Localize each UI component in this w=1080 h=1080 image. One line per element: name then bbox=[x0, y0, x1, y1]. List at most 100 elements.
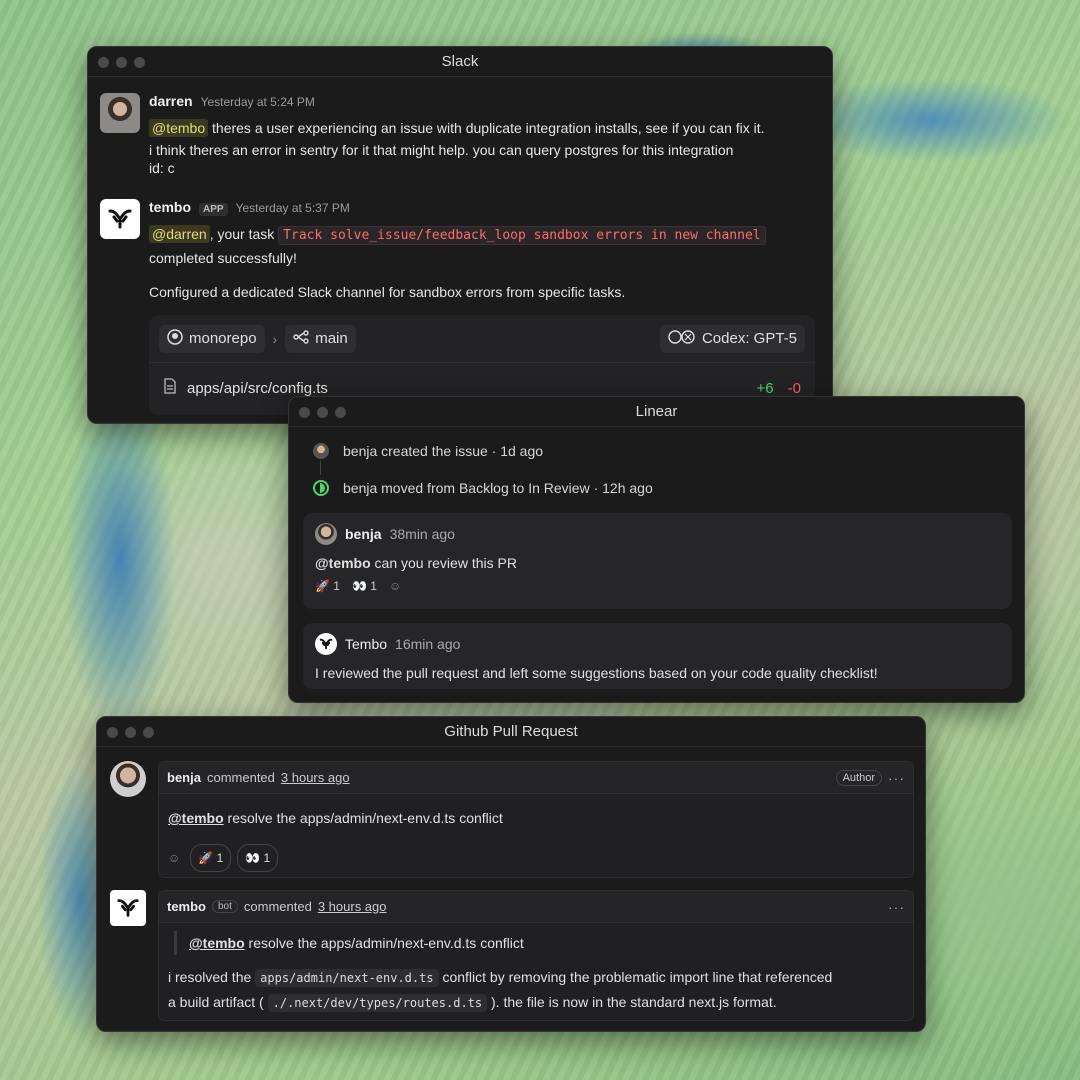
pr-comment: benja commented 3 hours ago Author ··· @… bbox=[158, 761, 914, 878]
github-icon bbox=[167, 328, 183, 349]
avatar[interactable] bbox=[100, 93, 140, 133]
inline-code: ./.next/dev/types/routes.d.ts bbox=[267, 994, 488, 1012]
timestamp-link[interactable]: 3 hours ago bbox=[281, 770, 350, 785]
comment-text: a build artifact ( bbox=[168, 994, 268, 1010]
comment-action: commented bbox=[206, 770, 275, 785]
mention[interactable]: @tembo bbox=[315, 555, 371, 571]
more-options-icon[interactable]: ··· bbox=[888, 770, 905, 786]
close-dot[interactable] bbox=[98, 57, 109, 68]
slack-titlebar: Slack bbox=[88, 47, 832, 77]
reaction-count: 1 bbox=[333, 579, 340, 593]
username[interactable]: benja bbox=[167, 770, 201, 785]
activity-time: 1d ago bbox=[500, 443, 544, 459]
message-text: completed successfully! bbox=[149, 250, 297, 266]
linear-titlebar: Linear bbox=[289, 397, 1024, 427]
rocket-reaction[interactable]: 🚀 1 bbox=[315, 579, 340, 593]
username[interactable]: benja bbox=[345, 526, 382, 542]
file-path: apps/api/src/config.ts bbox=[187, 379, 328, 397]
app-badge: APP bbox=[199, 203, 228, 216]
avatar[interactable] bbox=[313, 443, 329, 459]
comment-text: ). the file is now in the standard next.… bbox=[487, 994, 777, 1010]
message-text: theres a user experiencing an issue with… bbox=[208, 120, 765, 136]
additions-count: +6 bbox=[756, 379, 774, 397]
file-icon bbox=[163, 378, 177, 398]
comment-card: Tembo 16min ago I reviewed the pull requ… bbox=[303, 623, 1012, 689]
slack-window: Slack darren Yesterday at 5:24 PM @tembo… bbox=[87, 46, 833, 424]
add-reaction-icon[interactable]: ☺ bbox=[389, 579, 401, 593]
timestamp[interactable]: Yesterday at 5:24 PM bbox=[201, 95, 315, 109]
timestamp[interactable]: Yesterday at 5:37 PM bbox=[236, 201, 350, 215]
message-text: Configured a dedicated Slack channel for… bbox=[149, 284, 626, 300]
tembo-logo-icon[interactable] bbox=[100, 199, 140, 239]
more-options-icon[interactable]: ··· bbox=[888, 899, 905, 915]
tembo-logo-icon[interactable] bbox=[315, 633, 337, 655]
username[interactable]: tembo bbox=[149, 199, 191, 215]
eyes-icon: 👀 bbox=[245, 851, 261, 865]
chevron-right-icon: › bbox=[272, 330, 278, 347]
maximize-dot[interactable] bbox=[143, 727, 154, 738]
reaction-count: 1 bbox=[263, 851, 271, 865]
model-pill[interactable]: Codex: GPT-5 bbox=[659, 324, 805, 353]
github-window: Github Pull Request benja commented 3 ho… bbox=[96, 716, 926, 1032]
comment-text: can you review this PR bbox=[370, 555, 517, 571]
rocket-icon: 🚀 bbox=[198, 851, 214, 865]
bot-badge: bot bbox=[212, 900, 238, 913]
comment-text: i resolved the bbox=[168, 969, 256, 985]
branch-icon bbox=[293, 329, 309, 349]
rocket-icon: 🚀 bbox=[315, 579, 330, 593]
minimize-dot[interactable] bbox=[116, 57, 127, 68]
repo-pill[interactable]: monorepo bbox=[159, 324, 265, 353]
task-code: Track solve_issue/feedback_loop sandbox … bbox=[278, 226, 766, 245]
mention[interactable]: @darren bbox=[149, 225, 210, 243]
eyes-reaction[interactable]: 👀 1 bbox=[352, 579, 377, 593]
slack-message: darren Yesterday at 5:24 PM @tembo there… bbox=[100, 93, 765, 179]
comment-text: conflict by removing the problematic imp… bbox=[438, 969, 833, 985]
model-label: Codex: GPT-5 bbox=[701, 330, 797, 347]
tembo-logo-icon[interactable] bbox=[110, 890, 146, 926]
add-reaction-icon[interactable]: ☺ bbox=[168, 846, 180, 870]
window-title: Github Pull Request bbox=[444, 723, 578, 740]
window-title: Slack bbox=[441, 53, 479, 70]
activity-item: benja moved from Backlog to In Review · … bbox=[313, 480, 653, 496]
openai-icon bbox=[668, 329, 696, 349]
branch-label: main bbox=[315, 330, 348, 347]
author-badge: Author bbox=[835, 769, 882, 786]
pr-comment: tembo bot commented 3 hours ago ··· @tem… bbox=[158, 890, 914, 1021]
username[interactable]: tembo bbox=[167, 899, 206, 914]
quote-text: resolve the apps/admin/next-env.d.ts con… bbox=[244, 935, 524, 951]
maximize-dot[interactable] bbox=[335, 407, 346, 418]
avatar[interactable] bbox=[315, 523, 337, 545]
close-dot[interactable] bbox=[107, 727, 118, 738]
comment-action: commented bbox=[243, 899, 312, 914]
branch-pill[interactable]: main bbox=[285, 324, 356, 353]
rocket-reaction[interactable]: 🚀 1 bbox=[190, 844, 232, 872]
maximize-dot[interactable] bbox=[134, 57, 145, 68]
close-dot[interactable] bbox=[299, 407, 310, 418]
username[interactable]: Tembo bbox=[345, 636, 387, 652]
minimize-dot[interactable] bbox=[317, 407, 328, 418]
avatar[interactable] bbox=[110, 761, 146, 797]
linear-window: Linear benja created the issue · 1d ago … bbox=[288, 396, 1025, 703]
minimize-dot[interactable] bbox=[125, 727, 136, 738]
eyes-icon: 👀 bbox=[351, 579, 367, 593]
activity-text: benja created the issue bbox=[343, 443, 488, 459]
message-text: , your task bbox=[209, 226, 275, 242]
comment-text: I reviewed the pull request and left som… bbox=[315, 665, 878, 681]
window-title: Linear bbox=[635, 403, 678, 420]
eyes-reaction[interactable]: 👀 1 bbox=[237, 844, 279, 872]
mention[interactable]: @tembo bbox=[189, 935, 245, 951]
username[interactable]: darren bbox=[149, 93, 193, 109]
comment-card: benja 38min ago @tembo can you review th… bbox=[303, 513, 1012, 609]
timestamp-link[interactable]: 3 hours ago bbox=[318, 899, 387, 914]
slack-message: tembo APP Yesterday at 5:37 PM @darren, … bbox=[100, 199, 766, 303]
reaction-count: 1 bbox=[216, 851, 224, 865]
mention[interactable]: @tembo bbox=[149, 119, 209, 137]
github-titlebar: Github Pull Request bbox=[97, 717, 925, 747]
mention[interactable]: @tembo bbox=[168, 810, 224, 826]
in-review-status-icon bbox=[313, 480, 329, 496]
message-text: i think theres an error in sentry for it… bbox=[149, 142, 734, 158]
timestamp: 38min ago bbox=[389, 526, 455, 542]
activity-time: 12h ago bbox=[602, 480, 653, 496]
timeline-line bbox=[320, 461, 321, 475]
quote-block: @tembo resolve the apps/admin/next-env.d… bbox=[174, 931, 904, 955]
